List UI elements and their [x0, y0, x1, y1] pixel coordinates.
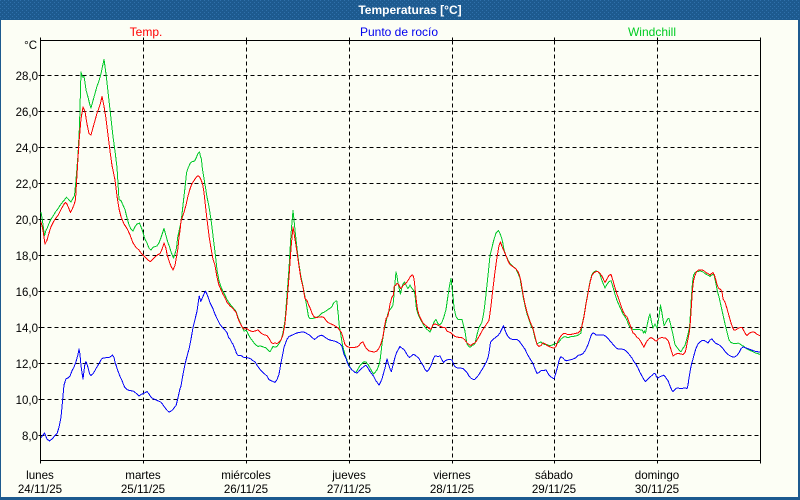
svg-text:29/11/25: 29/11/25 [532, 483, 576, 496]
svg-text:18,0: 18,0 [16, 251, 38, 263]
svg-text:30/11/25: 30/11/25 [635, 483, 679, 496]
svg-text:sábado: sábado [535, 469, 573, 482]
svg-text:10,0: 10,0 [16, 395, 38, 407]
svg-text:28,0: 28,0 [16, 71, 38, 83]
svg-text:27/11/25: 27/11/25 [327, 483, 371, 496]
svg-text:24/11/25: 24/11/25 [18, 483, 62, 496]
svg-text:20,0: 20,0 [16, 215, 38, 227]
svg-text:Windchill: Windchill [628, 25, 676, 39]
svg-text:Temperaturas [°C]: Temperaturas [°C] [358, 3, 461, 17]
svg-text:Temp.: Temp. [130, 25, 163, 39]
svg-text:martes: martes [125, 469, 161, 482]
svg-text:lunes: lunes [26, 469, 54, 482]
svg-text:24,0: 24,0 [16, 143, 38, 155]
svg-text:16,0: 16,0 [16, 287, 38, 299]
svg-text:26/11/25: 26/11/25 [224, 483, 268, 496]
svg-text:25/11/25: 25/11/25 [121, 483, 165, 496]
svg-text:°C: °C [24, 40, 37, 52]
svg-text:8,0: 8,0 [22, 431, 38, 443]
svg-text:miércoles: miércoles [221, 469, 271, 482]
svg-text:viernes: viernes [433, 469, 471, 482]
svg-text:Punto de rocío: Punto de rocío [360, 25, 438, 39]
svg-text:domingo: domingo [635, 469, 679, 482]
svg-text:28/11/25: 28/11/25 [430, 483, 474, 496]
svg-text:14,0: 14,0 [16, 323, 38, 335]
svg-text:12,0: 12,0 [16, 359, 38, 371]
svg-text:22,0: 22,0 [16, 179, 38, 191]
svg-text:jueves: jueves [331, 469, 366, 482]
svg-text:26,0: 26,0 [16, 107, 38, 119]
